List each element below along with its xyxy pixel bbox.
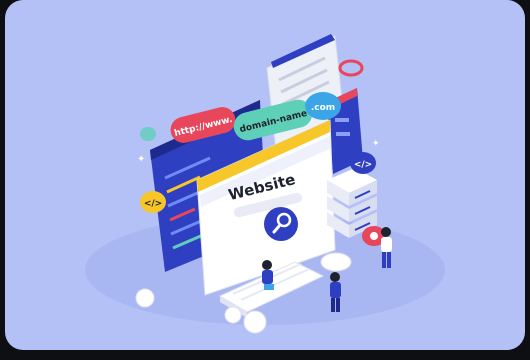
svg-text:</>: </> [354,160,372,170]
code-badge-right: </> [350,152,376,174]
sparkle-icon: ✦ [137,154,145,165]
decor-dot-teal [140,127,156,141]
decor-ring-red [338,59,364,77]
svg-text:</>: </> [144,199,162,209]
code-badge-left: </> [140,191,166,213]
mouse [320,252,352,272]
svg-text:.com: .com [311,103,335,113]
illustration-card: Website http://www. domain-name .com </>… [5,0,525,350]
sparkle-icon: ✦ [372,139,380,149]
website-isometric-illustration: Website http://www. domain-name .com </>… [85,34,445,334]
url-pill-com: .com [305,92,341,120]
magnifier-icon [264,207,298,241]
